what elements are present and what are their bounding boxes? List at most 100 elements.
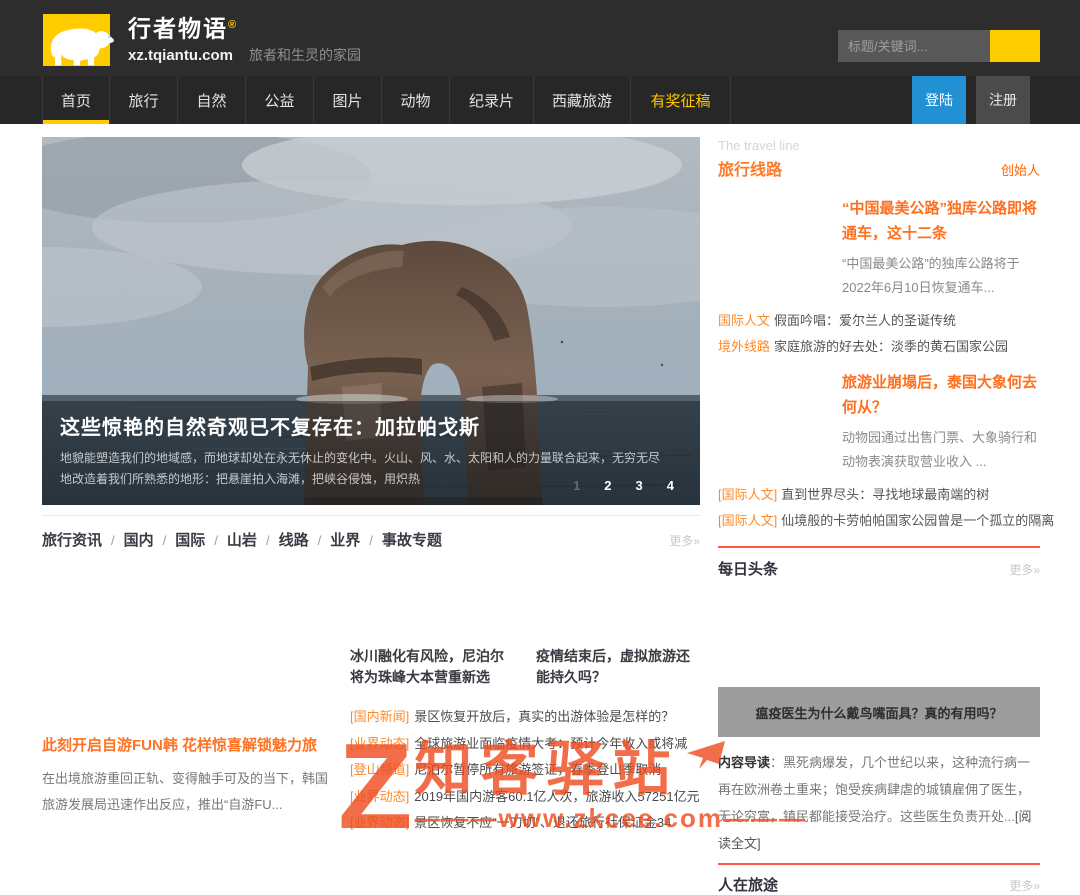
- nav-item-travel[interactable]: 旅行: [110, 76, 178, 124]
- pager-4[interactable]: 4: [667, 478, 674, 493]
- subfeature-title-1[interactable]: 冰川融化有风险，尼泊尔将为珠峰大本营重新选: [350, 646, 514, 688]
- tab-accidents[interactable]: 事故专题: [382, 529, 442, 550]
- hero-pagination: 1 2 3 4: [573, 478, 674, 493]
- sidebar-feature-2[interactable]: 旅游业崩塌后，泰国大象何去何从？ 动物园通过出售门票、大象骑行和动物表演获取营业…: [718, 370, 1040, 474]
- feature-article-title[interactable]: 此刻开启自游FUN韩 花样惊喜解锁魅力旅: [42, 736, 330, 756]
- tab-separator: /: [318, 533, 322, 548]
- sidebar-feature-title[interactable]: “中国最美公路”独库公路即将通车，这十二条: [842, 196, 1040, 246]
- daily-caption-text[interactable]: 瘟疫医生为什么戴鸟嘴面具？真的有用吗？: [755, 703, 1002, 722]
- tab-international[interactable]: 国际: [175, 529, 205, 550]
- hero-carousel[interactable]: 这些惊艳的自然奇观已不复存在：加拉帕戈斯 地貌能塑造我们的地域感，而地球却处在永…: [42, 137, 700, 505]
- site-domain: xz.tqiantu.com: [128, 47, 233, 64]
- sidebar-list-1: 国际人文假面吟唱：爱尔兰人的圣诞传统 境外线路家庭旅游的好去处：淡季的黄石国家公…: [718, 308, 1040, 360]
- pager-2[interactable]: 2: [604, 478, 611, 493]
- thumbnail-placeholder: [718, 196, 828, 280]
- sidebar-item-text[interactable]: 仙境般的卡劳帕帕国家公园曾是一个孤立的隔离: [781, 513, 1054, 528]
- news-category-tag[interactable]: [国内新闻]: [350, 709, 409, 724]
- nav-item-tibet[interactable]: 西藏旅游: [534, 76, 631, 124]
- news-item-text[interactable]: 景区恢复不应“一刀切”、退还旅行社保证金34: [414, 815, 671, 830]
- news-list-item[interactable]: [业界动态] 2019年国内游客60.1亿人次，旅游收入57251亿元: [350, 784, 700, 811]
- nav-item-charity[interactable]: 公益: [246, 76, 314, 124]
- top-header: 行者物语® xz.tqiantu.com 旅者和生灵的家园: [0, 0, 1080, 76]
- sidebar-list-item[interactable]: [国际人文] 直到世界尽头：寻找地球最南端的树: [718, 482, 1040, 508]
- news-list-item[interactable]: [登山频道] 尼泊尔暂停所有旅游签证，春季登山季取消: [350, 757, 700, 784]
- daily-headlines-title[interactable]: 每日头条: [718, 558, 778, 579]
- tab-separator: /: [266, 533, 270, 548]
- tab-separator: /: [163, 533, 167, 548]
- daily-lead: 内容导读：黑死病爆发，几个世纪以来，这种流行病一再在欧洲卷土重来；饱受疾病肆虐的…: [718, 749, 1040, 857]
- site-logo[interactable]: [43, 14, 110, 66]
- journey-title[interactable]: 人在旅途: [718, 874, 778, 895]
- search-button[interactable]: [990, 30, 1040, 62]
- sidebar-item-text[interactable]: 家庭旅游的好去处：淡季的黄石国家公园: [774, 339, 1008, 354]
- register-button[interactable]: 注册: [976, 76, 1030, 124]
- hero-description: 地貌能塑造我们的地域感，而地球却处在永无休止的变化中。火山、风、水、太阳和人的力…: [60, 448, 660, 490]
- journey-header: 人在旅途 更多»: [718, 863, 1040, 895]
- pager-1[interactable]: 1: [573, 478, 580, 493]
- search-bar: [838, 30, 1040, 62]
- search-input[interactable]: [838, 30, 990, 62]
- news-list: [国内新闻] 景区恢复开放后，真实的出游体验是怎样的？ [业界动态] 全球旅游业面临…: [350, 704, 700, 837]
- sidebar-list-item[interactable]: [国际人文]仙境般的卡劳帕帕国家公园曾是一个孤立的隔离: [718, 508, 1040, 534]
- tab-domestic[interactable]: 国内: [124, 529, 154, 550]
- news-feature: 此刻开启自游FUN韩 花样惊喜解锁魅力旅 在出境旅游重回正轨、变得触手可及的当下…: [42, 550, 330, 837]
- hero-caption: 这些惊艳的自然奇观已不复存在：加拉帕戈斯 地貌能塑造我们的地域感，而地球却处在永…: [42, 401, 700, 505]
- nav-item-documentary[interactable]: 纪录片: [450, 76, 534, 124]
- founder-link[interactable]: 创始人: [1001, 160, 1040, 179]
- tab-mountain[interactable]: 山岩: [227, 529, 257, 550]
- registered-mark: ®: [228, 19, 238, 31]
- sidebar-list-item[interactable]: 境外线路家庭旅游的好去处：淡季的黄石国家公园: [718, 334, 1040, 360]
- left-column: 这些惊艳的自然奇观已不复存在：加拉帕戈斯 地貌能塑造我们的地域感，而地球却处在永…: [42, 137, 700, 895]
- news-category-tag[interactable]: [业界动态]: [350, 789, 409, 804]
- sidebar-category-tag[interactable]: [国际人文]: [718, 513, 777, 528]
- nav-item-nature[interactable]: 自然: [178, 76, 246, 124]
- sidebar-category-tag[interactable]: 境外线路: [718, 339, 770, 354]
- nav-item-animals[interactable]: 动物: [382, 76, 450, 124]
- nav-item-home[interactable]: 首页: [42, 76, 110, 124]
- login-button[interactable]: 登陆: [912, 76, 966, 124]
- travel-line-title[interactable]: 旅行线路: [718, 156, 782, 180]
- feature-article-excerpt: 在出境旅游重回正轨、变得触手可及的当下，韩国旅游发展局迅速作出反应，推出“自游F…: [42, 766, 330, 818]
- tab-routes[interactable]: 线路: [279, 529, 309, 550]
- subfeature-title-2[interactable]: 疫情结束后，虚拟旅游还能持久吗？: [536, 646, 700, 688]
- daily-image-caption[interactable]: 瘟疫医生为什么戴鸟嘴面具？真的有用吗？: [718, 687, 1040, 737]
- sidebar: The travel line 旅行线路 创始人 “中国最美公路”独库公路即将通…: [718, 137, 1040, 895]
- news-item-text[interactable]: 2019年国内游客60.1亿人次，旅游收入57251亿元: [414, 789, 699, 804]
- site-tagline: 旅者和生灵的家园: [249, 45, 361, 65]
- news-body: 此刻开启自游FUN韩 花样惊喜解锁魅力旅 在出境旅游重回正轨、变得触手可及的当下…: [42, 550, 700, 837]
- sidebar-item-text[interactable]: 直到世界尽头：寻找地球最南端的树: [781, 487, 989, 502]
- pager-3[interactable]: 3: [636, 478, 643, 493]
- sidebar-list-item[interactable]: 国际人文假面吟唱：爱尔兰人的圣诞传统: [718, 308, 1040, 334]
- news-item-text[interactable]: 景区恢复开放后，真实的出游体验是怎样的？: [414, 709, 674, 724]
- news-category-tag[interactable]: [登山频道]: [350, 762, 409, 777]
- sidebar-feature-title[interactable]: 旅游业崩塌后，泰国大象何去何从？: [842, 370, 1040, 420]
- brand-block: 行者物语® xz.tqiantu.com 旅者和生灵的家园: [128, 12, 361, 65]
- nav-item-pictures[interactable]: 图片: [314, 76, 382, 124]
- sidebar-category-tag[interactable]: 国际人文: [718, 313, 770, 328]
- sidebar-feature-excerpt: “中国最美公路”的独库公路将于2022年6月10日恢复通车...: [842, 252, 1040, 300]
- tab-separator: /: [111, 533, 115, 548]
- news-list-item[interactable]: [业界动态] 景区恢复不应“一刀切”、退还旅行社保证金34: [350, 810, 700, 837]
- news-list-item[interactable]: [国内新闻] 景区恢复开放后，真实的出游体验是怎样的？: [350, 704, 700, 731]
- news-category-tag[interactable]: [业界动态]: [350, 815, 409, 830]
- news-middle: 冰川融化有风险，尼泊尔将为珠峰大本营重新选 疫情结束后，虚拟旅游还能持久吗？ […: [350, 550, 700, 837]
- thumbnail-placeholder: [718, 370, 828, 454]
- sidebar-category-tag[interactable]: [国际人文]: [718, 487, 777, 502]
- tab-industry[interactable]: 业界: [330, 529, 360, 550]
- hero-title[interactable]: 这些惊艳的自然奇观已不复存在：加拉帕戈斯: [60, 411, 682, 440]
- news-more-link[interactable]: 更多»: [669, 532, 700, 549]
- news-list-item[interactable]: [业界动态] 全球旅游业面临疫情大考：预计今年收入或将减: [350, 731, 700, 758]
- news-item-text[interactable]: 尼泊尔暂停所有旅游签证，春季登山季取消: [414, 762, 661, 777]
- sidebar-item-text[interactable]: 假面吟唱：爱尔兰人的圣诞传统: [774, 313, 956, 328]
- journey-more-link[interactable]: 更多»: [1009, 877, 1040, 894]
- sidebar-feature-1[interactable]: “中国最美公路”独库公路即将通车，这十二条 “中国最美公路”的独库公路将于202…: [718, 196, 1040, 300]
- sidebar-feature-excerpt: 动物园通过出售门票、大象骑行和动物表演获取营业收入 ...: [842, 426, 1040, 474]
- main-nav: 首页 旅行 自然 公益 图片 动物 纪录片 西藏旅游 有奖征稿 登陆 注册: [0, 76, 1080, 124]
- news-category-tag[interactable]: [业界动态]: [350, 736, 409, 751]
- daily-image-placeholder: [718, 579, 1040, 687]
- nav-item-contest[interactable]: 有奖征稿: [631, 76, 731, 124]
- tab-travel-news[interactable]: 旅行资讯: [42, 529, 102, 550]
- main-content: 这些惊艳的自然奇观已不复存在：加拉帕戈斯 地貌能塑造我们的地域感，而地球却处在永…: [0, 124, 1080, 895]
- daily-more-link[interactable]: 更多»: [1009, 561, 1040, 578]
- news-item-text[interactable]: 全球旅游业面临疫情大考：预计今年收入或将减: [414, 736, 687, 751]
